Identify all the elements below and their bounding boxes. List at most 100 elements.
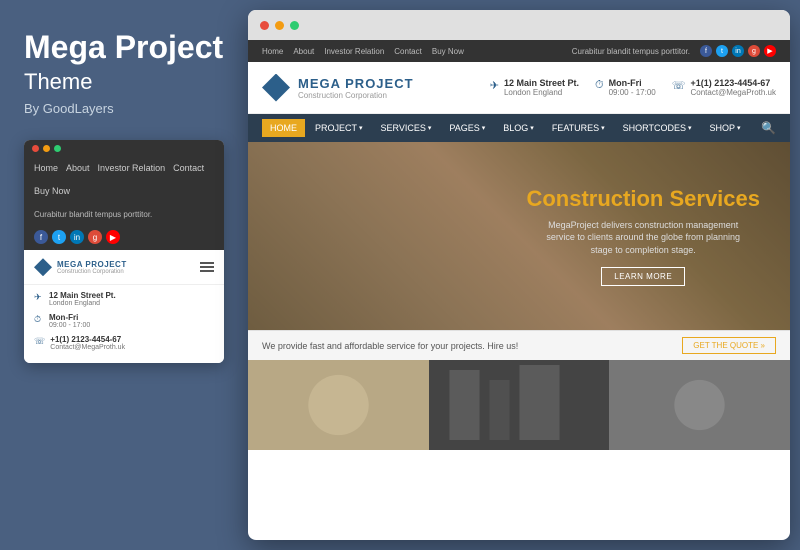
mainnav-blog[interactable]: BLOG ▾ <box>495 119 542 137</box>
topbar-linkedin-icon[interactable]: in <box>732 45 744 57</box>
browser-dot-yellow <box>275 21 284 30</box>
mainnav-shortcodes[interactable]: SHORTCODES ▾ <box>615 119 700 137</box>
hero-heading-part2: Services <box>669 186 760 211</box>
topbar-youtube-icon[interactable]: ▶ <box>764 45 776 57</box>
product-name: Mega Project <box>24 30 224 65</box>
site-logo-text: MEGA PROJECT Construction Corporation <box>298 76 414 100</box>
hero-cta-button[interactable]: LEARN MORE <box>601 267 685 286</box>
shop-arrow: ▾ <box>737 124 741 132</box>
services-arrow: ▾ <box>428 124 432 132</box>
mobile-logo: MEGA PROJECT Construction Corporation <box>34 258 127 276</box>
mobile-mockup: Home About Investor Relation Contact Buy… <box>24 140 224 363</box>
hours-main: Mon-Fri <box>609 78 656 88</box>
mobile-youtube-icon[interactable]: ▶ <box>106 230 120 244</box>
topbar-nav-buy[interactable]: Buy Now <box>432 47 464 56</box>
product-title: Mega Project Theme By GoodLayers <box>24 30 224 116</box>
mobile-logo-text: MEGA PROJECT Construction Corporation <box>57 260 127 275</box>
mobile-logo-icon <box>34 258 52 276</box>
hero-content: Construction Services MegaProject delive… <box>326 186 790 285</box>
mobile-chrome-bar <box>24 140 224 157</box>
mobile-hours-icon: ⏱ <box>34 314 44 325</box>
topbar-facebook-icon[interactable]: f <box>700 45 712 57</box>
topbar-twitter-icon[interactable]: t <box>716 45 728 57</box>
mobile-tagline: Curabitur blandit tempus porttitor. <box>24 204 224 226</box>
mainnav-search-icon[interactable]: 🔍 <box>761 121 776 135</box>
browser-chrome-bar <box>248 10 790 40</box>
quote-bar: We provide fast and affordable service f… <box>248 330 790 360</box>
mobile-address-icon: ✈ <box>34 292 44 303</box>
mobile-phone-text: +1(1) 2123-4454-67 Contact@MegaProth.uk <box>50 335 125 351</box>
mobile-phone-icon: ☏ <box>34 336 45 347</box>
mobile-dot-yellow <box>43 145 50 152</box>
site-logo-icon <box>262 74 290 102</box>
address-icon: ✈ <box>490 79 499 92</box>
mainnav-shop[interactable]: SHOP ▾ <box>702 119 749 137</box>
bottom-image-2 <box>429 360 610 450</box>
mobile-facebook-icon[interactable]: f <box>34 230 48 244</box>
topbar-nav-about[interactable]: About <box>293 47 314 56</box>
site-logo: MEGA PROJECT Construction Corporation <box>262 74 414 102</box>
mobile-nav-home[interactable]: Home <box>34 163 58 173</box>
mobile-social-bar: f t in g ▶ <box>24 226 224 250</box>
mobile-hours-text: Mon-Fri 09:00 - 17:00 <box>49 313 90 329</box>
mobile-logo-sub: Construction Corporation <box>57 269 127 275</box>
phone-icon: ☏ <box>672 79 686 92</box>
mobile-nav-sub: Buy Now <box>24 179 224 204</box>
hours-text: Mon-Fri 09:00 - 17:00 <box>609 78 656 97</box>
mobile-twitter-icon[interactable]: t <box>52 230 66 244</box>
features-arrow: ▾ <box>601 124 605 132</box>
site-hero: Construction Services MegaProject delive… <box>248 142 790 330</box>
mobile-tagline-text: Curabitur blandit tempus porttitor. <box>34 210 152 219</box>
topbar-nav-contact[interactable]: Contact <box>394 47 422 56</box>
site-header: MEGA PROJECT Construction Corporation ✈ … <box>248 62 790 114</box>
topbar-right: Curabitur blandit tempus porttitor. f t … <box>572 45 776 57</box>
pages-arrow: ▾ <box>482 124 486 132</box>
topbar-nav-home[interactable]: Home <box>262 47 283 56</box>
mobile-linkedin-icon[interactable]: in <box>70 230 84 244</box>
mobile-menu-toggle[interactable] <box>200 262 214 272</box>
mainnav-features[interactable]: FEATURES ▾ <box>544 119 613 137</box>
site-logo-sub: Construction Corporation <box>298 91 414 100</box>
mobile-dot-red <box>32 145 39 152</box>
hours-sub: 09:00 - 17:00 <box>609 88 656 97</box>
browser-mockup: Home About Investor Relation Contact Buy… <box>248 10 790 540</box>
mobile-nav-investor[interactable]: Investor Relation <box>98 163 166 173</box>
mobile-nav: Home About Investor Relation Contact <box>24 157 224 179</box>
mobile-address-row: ✈ 12 Main Street Pt. London England <box>34 291 214 307</box>
mobile-contact-info: ✈ 12 Main Street Pt. London England ⏱ Mo… <box>24 285 224 363</box>
hero-heading: Construction Services <box>526 186 760 212</box>
address-main: 12 Main Street Pt. <box>504 78 579 88</box>
hero-heading-part1: Construction <box>526 186 663 211</box>
mainnav-services[interactable]: SERVICES ▾ <box>373 119 440 137</box>
quote-cta-button[interactable]: GET THE QUOTE » <box>682 337 776 354</box>
mobile-address-sub: London England <box>49 300 116 307</box>
mobile-googleplus-icon[interactable]: g <box>88 230 102 244</box>
mainnav-items: HOME PROJECT ▾ SERVICES ▾ PAGES ▾ BLOG ▾… <box>262 119 749 137</box>
mobile-logo-name: MEGA PROJECT <box>57 260 127 269</box>
bottom-images-row <box>248 360 790 450</box>
mobile-phone-row: ☏ +1(1) 2123-4454-67 Contact@MegaProth.u… <box>34 335 214 351</box>
site-mainnav: HOME PROJECT ▾ SERVICES ▾ PAGES ▾ BLOG ▾… <box>248 114 790 142</box>
site-logo-name: MEGA PROJECT <box>298 76 414 91</box>
mobile-nav-contact[interactable]: Contact <box>173 163 204 173</box>
site-address: ✈ 12 Main Street Pt. London England <box>490 78 579 97</box>
address-sub: London England <box>504 88 579 97</box>
bottom-image-1 <box>248 360 429 450</box>
phone-text: +1(1) 2123-4454-67 Contact@MegaProth.uk <box>691 78 777 97</box>
hamburger-line-1 <box>200 262 214 264</box>
mainnav-pages[interactable]: PAGES ▾ <box>441 119 493 137</box>
browser-dot-green <box>290 21 299 30</box>
topbar-nav-investor[interactable]: Investor Relation <box>324 47 384 56</box>
mainnav-home[interactable]: HOME <box>262 119 305 137</box>
bottom-image-3 <box>609 360 790 450</box>
mobile-site-header: MEGA PROJECT Construction Corporation <box>24 250 224 285</box>
project-arrow: ▾ <box>359 124 363 132</box>
mobile-nav-buy[interactable]: Buy Now <box>34 186 70 196</box>
hero-body: MegaProject delivers construction manage… <box>543 219 743 257</box>
topbar-tagline: Curabitur blandit tempus porttitor. <box>572 47 690 56</box>
hours-icon: ⏱ <box>595 79 604 92</box>
mobile-nav-about[interactable]: About <box>66 163 90 173</box>
mainnav-project[interactable]: PROJECT ▾ <box>307 119 371 137</box>
mobile-hours-row: ⏱ Mon-Fri 09:00 - 17:00 <box>34 313 214 329</box>
topbar-googleplus-icon[interactable]: g <box>748 45 760 57</box>
